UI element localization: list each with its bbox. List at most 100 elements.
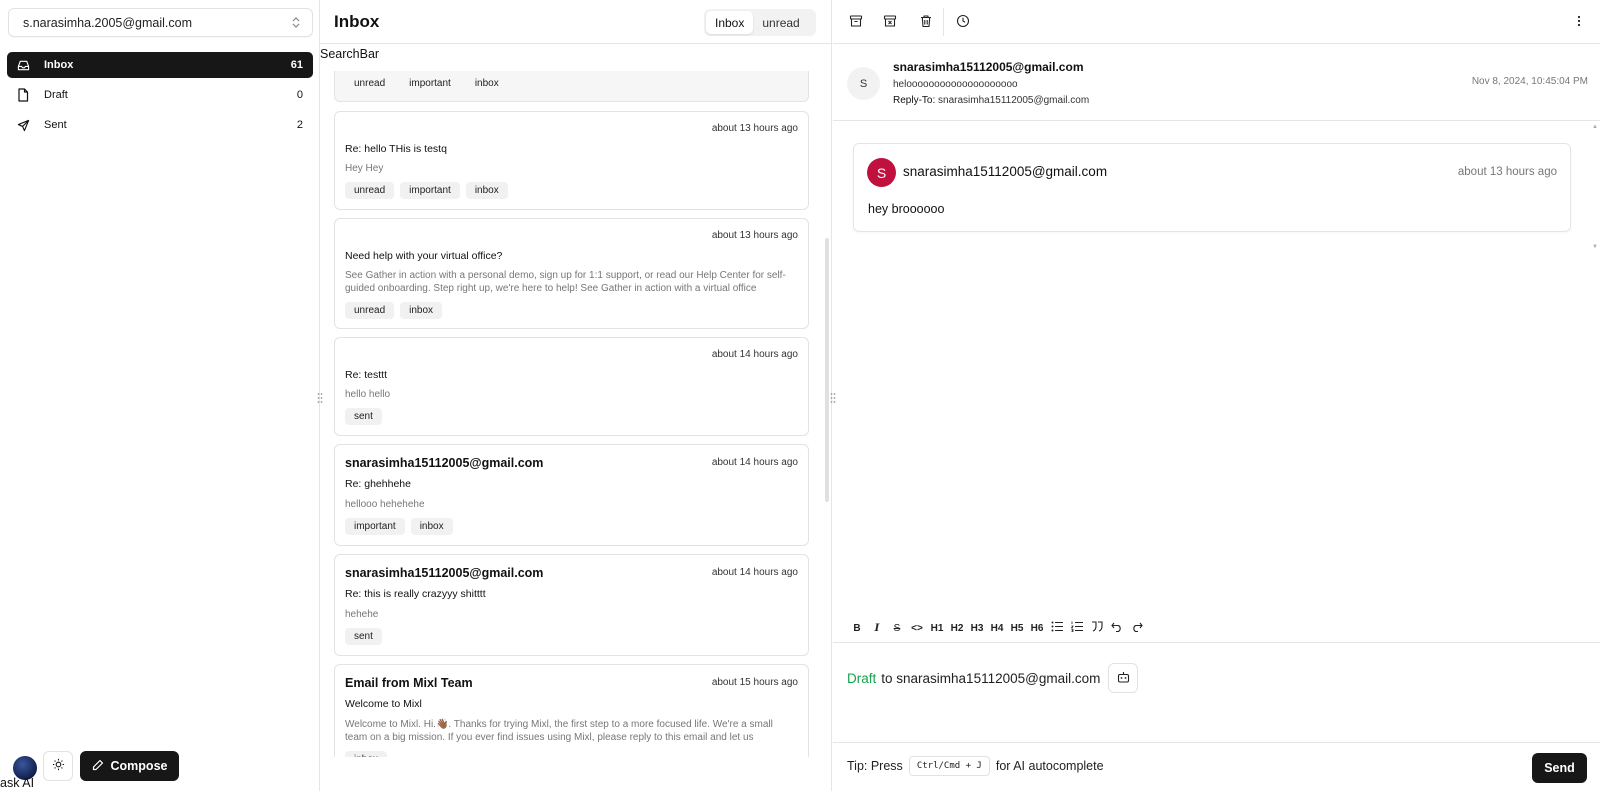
- mail-subject: Re: ghehhehe: [345, 478, 411, 490]
- sidebar-item-draft[interactable]: Draft 0: [7, 82, 313, 108]
- h4-button[interactable]: H4: [987, 620, 1007, 636]
- snooze-button[interactable]: [953, 12, 973, 32]
- mail-list-scrollbar[interactable]: [825, 238, 829, 502]
- avatar: S: [847, 67, 880, 100]
- sidebar-item-count: 61: [290, 59, 303, 71]
- toolbar-divider: [943, 8, 944, 36]
- theme-toggle-button[interactable]: [43, 751, 73, 781]
- tag: important: [409, 78, 451, 89]
- h6-button[interactable]: H6: [1027, 620, 1047, 636]
- account-email: s.narasimha.2005@gmail.com: [23, 15, 193, 30]
- reply-to-address: snarasimha15112005@gmail.com: [938, 95, 1090, 106]
- delete-button[interactable]: [916, 12, 936, 32]
- h3-button[interactable]: H3: [967, 620, 987, 636]
- tag: inbox: [474, 78, 499, 89]
- ai-assist-button[interactable]: [1108, 663, 1139, 693]
- list-item[interactable]: snarasimha15112005@gmail.com about 14 ho…: [334, 554, 809, 656]
- sidebar-nav: Inbox 61 Draft 0 Sent 2: [7, 52, 313, 142]
- list-ordered-icon: [1070, 621, 1084, 635]
- trash-icon: [919, 14, 933, 31]
- compose-button[interactable]: Compose: [80, 751, 179, 781]
- undo-button[interactable]: [1107, 620, 1127, 636]
- thread-toolbar: [833, 0, 1600, 44]
- message-body: hey broooooo: [868, 202, 945, 216]
- draft-line: Draft to snarasimha15112005@gmail.com: [847, 663, 1139, 693]
- thread-subject: heloooooooooooooooooooo: [893, 79, 1018, 90]
- tag-list: important inbox: [345, 518, 453, 535]
- list-item[interactable]: about 13 hours ago Re: hello THis is tes…: [334, 111, 809, 210]
- send-button[interactable]: Send: [1532, 753, 1587, 783]
- account-switcher[interactable]: s.narasimha.2005@gmail.com: [8, 8, 313, 37]
- sun-icon: [52, 758, 65, 774]
- sidebar-item-count: 0: [296, 89, 303, 101]
- list-item[interactable]: about 13 hours ago Need help with your v…: [334, 218, 809, 329]
- avatar: S: [867, 158, 896, 187]
- sidebar-item-label: Draft: [44, 89, 68, 101]
- undo-icon: [1111, 622, 1123, 635]
- tab-inbox[interactable]: Inbox: [706, 11, 754, 34]
- bullet-list-button[interactable]: [1047, 620, 1067, 636]
- tag-list: inbox: [345, 751, 387, 757]
- sidebar-item-sent[interactable]: Sent 2: [7, 112, 313, 138]
- scroll-up-indicator[interactable]: ▲: [1592, 124, 1598, 130]
- list-item[interactable]: Email from Mixl Team about 15 hours ago …: [334, 664, 809, 757]
- tag: inbox: [345, 751, 387, 757]
- mail-preview: Hey Hey: [345, 163, 384, 174]
- message-time: about 13 hours ago: [1457, 166, 1557, 178]
- mail-filter-tabs: Inbox unread: [704, 9, 816, 36]
- list-item[interactable]: unread important inbox: [334, 71, 809, 102]
- bold-button[interactable]: B: [847, 620, 867, 636]
- mail-time: about 14 hours ago: [711, 457, 798, 468]
- chevrons-up-down-icon: [292, 16, 300, 29]
- more-button[interactable]: [1569, 12, 1589, 32]
- strike-button[interactable]: S: [887, 620, 907, 636]
- ask-ai-label[interactable]: ask AI: [0, 776, 34, 790]
- mail-sender: snarasimha15112005@gmail.com: [345, 456, 544, 470]
- archive-icon: [849, 14, 863, 31]
- ordered-list-button[interactable]: [1067, 620, 1087, 636]
- list-item[interactable]: snarasimha15112005@gmail.com about 14 ho…: [334, 444, 809, 546]
- mail-subject: Re: testtt: [345, 369, 388, 381]
- mail-preview: Welcome to Mixl. Hi.👋🏾. Thanks for tryin…: [345, 719, 773, 743]
- h5-button[interactable]: H5: [1007, 620, 1027, 636]
- archive-x-button[interactable]: [880, 12, 900, 32]
- reply-to-label: Reply-To:: [893, 95, 936, 106]
- tip-suffix: for AI autocomplete: [995, 759, 1104, 773]
- thread-panel: S snarasimha15112005@gmail.com heloooooo…: [833, 0, 1600, 791]
- redo-button[interactable]: [1127, 620, 1147, 636]
- italic-button[interactable]: I: [867, 620, 887, 636]
- quote-button[interactable]: [1087, 620, 1107, 636]
- scroll-down-indicator[interactable]: ▼: [1592, 244, 1598, 250]
- tag: unread: [345, 182, 395, 199]
- format-toolbar: B I S <> H1 H2 H3 H4 H5 H6: [847, 620, 1147, 636]
- mail-subject: Re: this is really crazyyy shitttt: [345, 588, 486, 600]
- mail-time: about 13 hours ago: [711, 123, 798, 134]
- tag: sent: [345, 628, 382, 645]
- mail-time: about 14 hours ago: [711, 349, 798, 360]
- pencil-icon: [92, 759, 104, 774]
- sidebar-item-label: Sent: [44, 119, 67, 131]
- tag: important: [345, 518, 405, 535]
- h1-button[interactable]: H1: [927, 620, 947, 636]
- code-button[interactable]: <>: [907, 620, 927, 636]
- archive-button[interactable]: [846, 12, 866, 32]
- tip-line: Tip: Press Ctrl/Cmd + J for AI autocompl…: [847, 756, 1104, 776]
- quote-icon: [1091, 621, 1103, 635]
- tab-unread[interactable]: unread: [753, 11, 808, 34]
- inbox-icon: [16, 58, 30, 72]
- reply-editor[interactable]: Draft to snarasimha15112005@gmail.com: [833, 642, 1600, 743]
- tag: inbox: [400, 302, 443, 319]
- sidebar-item-count: 2: [296, 119, 303, 131]
- mail-time: about 14 hours ago: [711, 567, 798, 578]
- mail-list-panel: Inbox Inbox unread SearchBar unread impo…: [320, 0, 832, 791]
- resize-handle-left[interactable]: [316, 392, 324, 404]
- sidebar: s.narasimha.2005@gmail.com Inbox 61 Draf…: [0, 0, 320, 791]
- sidebar-item-inbox[interactable]: Inbox 61: [7, 52, 313, 78]
- mail-subject: Welcome to Mixl: [345, 698, 422, 710]
- tag: important: [400, 182, 460, 199]
- h2-button[interactable]: H2: [947, 620, 967, 636]
- list-item[interactable]: about 14 hours ago Re: testtt hello hell…: [334, 337, 809, 436]
- page-title: Inbox: [334, 12, 380, 31]
- tip-prefix: Tip: Press: [847, 759, 903, 773]
- search-bar[interactable]: SearchBar: [320, 47, 379, 61]
